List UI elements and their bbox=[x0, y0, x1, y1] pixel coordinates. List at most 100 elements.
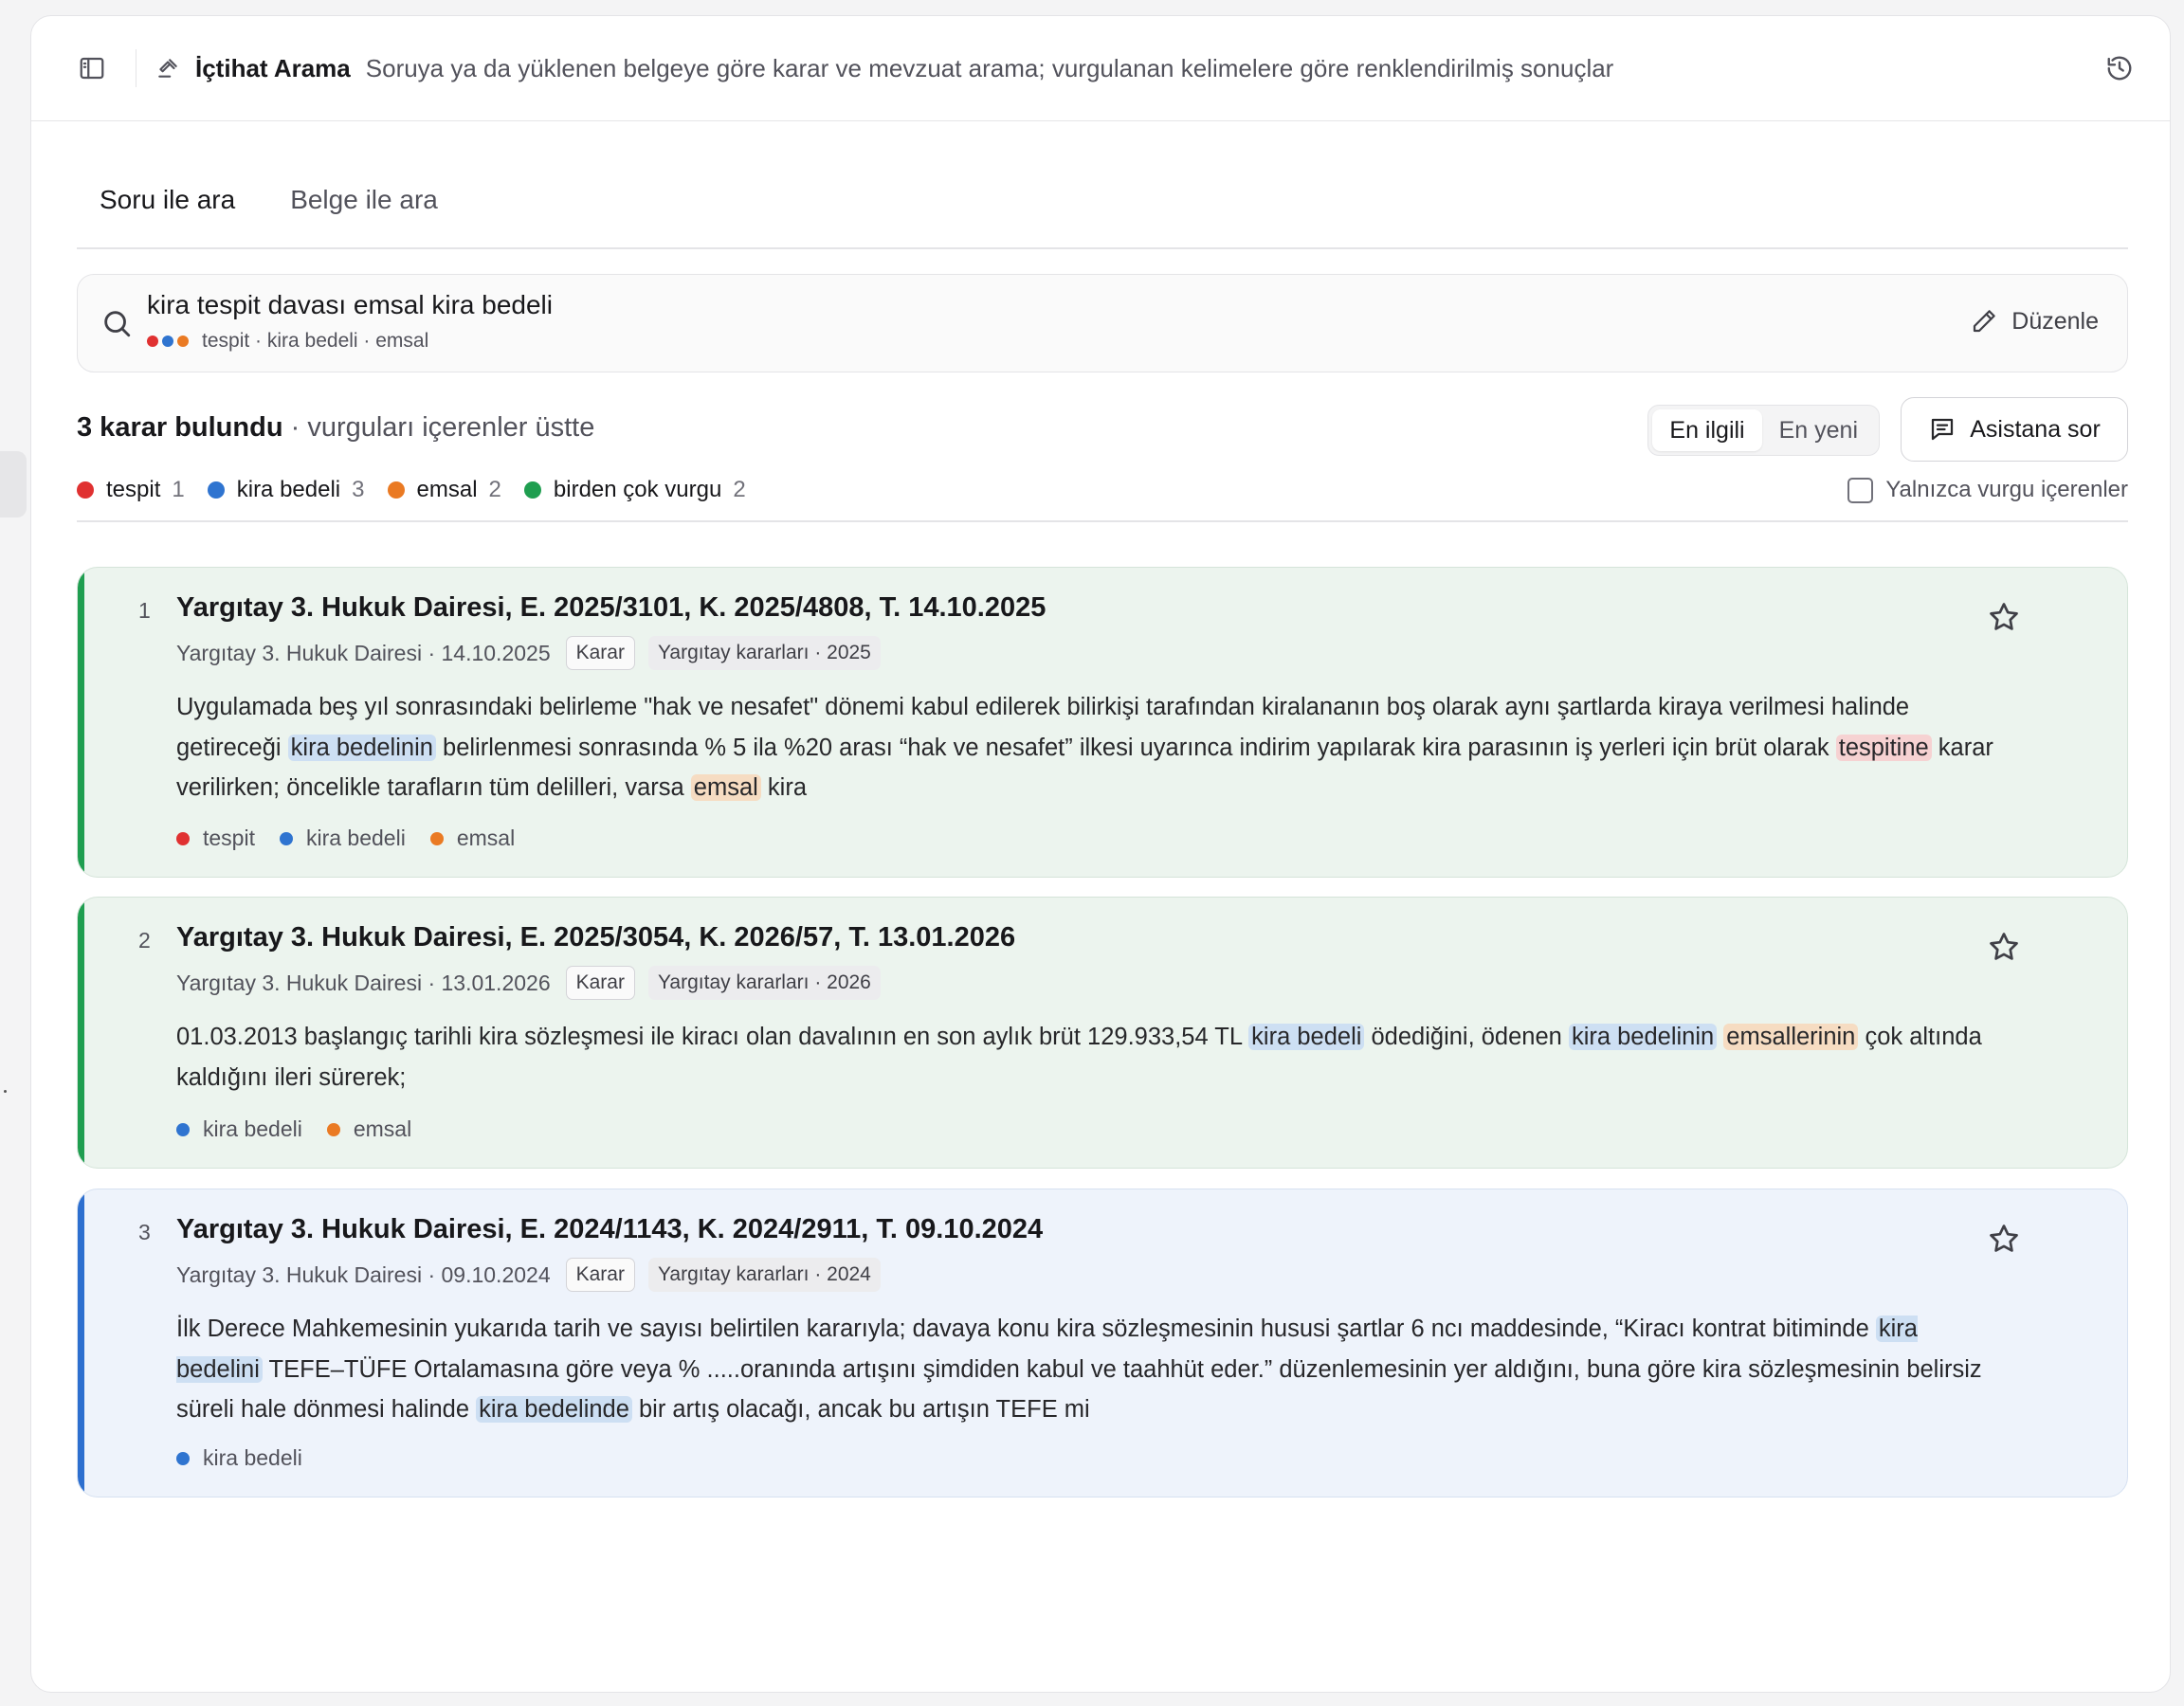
left-sidebar-handle[interactable] bbox=[0, 451, 27, 517]
result-card[interactable]: 2 Yargıtay 3. Hukuk Dairesi, E. 2025/305… bbox=[77, 897, 2128, 1169]
search-icon bbox=[104, 311, 131, 337]
card-accent-bar bbox=[78, 1189, 84, 1497]
left-sidebar-edge bbox=[0, 0, 30, 1706]
legend-item-emsal[interactable]: emsal 2 bbox=[387, 477, 501, 503]
result-card[interactable]: 3 Yargıtay 3. Hukuk Dairesi, E. 2024/114… bbox=[77, 1189, 2128, 1497]
main-panel: İçtihat Arama Soruya ya da yüklenen belg… bbox=[30, 15, 2171, 1693]
highlight-emsal: emsallerinin bbox=[1723, 1024, 1859, 1050]
edit-button-label: Düzenle bbox=[2011, 307, 2099, 335]
result-keyword-tags: tespit kira bedeli emsal bbox=[176, 826, 539, 851]
tag-label: kira bedeli bbox=[305, 826, 406, 850]
search-keyword-tags: tespit · kira bedeli · emsal bbox=[147, 330, 428, 353]
tag-label: kira bedeli bbox=[203, 1445, 302, 1470]
search-mode-tabs: Soru ile ara Belge ile ara bbox=[77, 122, 2128, 249]
highlight-kira-bedeli: kira bedeli bbox=[1248, 1024, 1365, 1050]
content-area: Soru ile ara Belge ile ara kira tespit d… bbox=[77, 122, 2128, 1497]
result-keyword-tags: kira bedeli bbox=[176, 1445, 327, 1471]
chat-icon bbox=[1932, 418, 1954, 441]
search-box[interactable]: kira tespit davası emsal kira bedeli tes… bbox=[77, 274, 2128, 372]
legend-item-multi[interactable]: birden çok vurgu 2 bbox=[523, 477, 746, 503]
ask-assistant-button[interactable]: Asistana sor bbox=[1901, 397, 2128, 462]
tab-document-search[interactable]: Belge ile ara bbox=[290, 185, 438, 247]
highlight-legend-row: tespit 1 kira bedeli 3 emsal 2 birden ço… bbox=[77, 463, 2128, 522]
star-icon[interactable] bbox=[1987, 1222, 2021, 1256]
ask-assistant-label: Asistana sor bbox=[1970, 415, 2101, 443]
result-source-badge: Yargıtay kararları · 2026 bbox=[647, 966, 881, 1000]
result-title[interactable]: Yargıtay 3. Hukuk Dairesi, E. 2025/3101,… bbox=[176, 592, 1046, 624]
legend-count: 3 bbox=[352, 477, 365, 502]
star-icon[interactable] bbox=[1987, 930, 2021, 964]
only-highlighted-checkbox[interactable] bbox=[1847, 477, 1874, 503]
legend-dot bbox=[387, 481, 405, 499]
legend-label: birden çok vurgu bbox=[553, 477, 722, 502]
legend-count: 1 bbox=[172, 477, 185, 502]
keyword-tag: kira bedeli bbox=[176, 1445, 302, 1471]
tab-question-search[interactable]: Soru ile ara bbox=[100, 185, 235, 247]
keyword-tag: tespit bbox=[176, 826, 255, 851]
result-snippet: Uygulamada beş yıl sonrasındaki belirlem… bbox=[176, 687, 2006, 808]
result-court-date: Yargıtay 3. Hukuk Dairesi · 13.01.2026 bbox=[176, 970, 551, 995]
snippet-text: kira bbox=[760, 774, 808, 801]
card-accent-bar bbox=[78, 568, 84, 877]
result-court-date: Yargıtay 3. Hukuk Dairesi · 09.10.2024 bbox=[176, 1261, 551, 1287]
result-meta: Yargıtay 3. Hukuk Dairesi · 09.10.2024 K… bbox=[176, 1258, 881, 1292]
legend-dot bbox=[77, 481, 94, 499]
tag-dot bbox=[176, 1122, 190, 1136]
result-keyword-tags: kira bedeli emsal bbox=[176, 1116, 436, 1142]
tag-dot bbox=[176, 1451, 190, 1465]
tag-dot bbox=[326, 1122, 340, 1136]
result-meta: Yargıtay 3. Hukuk Dairesi · 13.01.2026 K… bbox=[176, 966, 881, 1000]
keyword-tags-text: tespit · kira bedeli · emsal bbox=[202, 330, 429, 352]
edit-button[interactable]: Düzenle bbox=[1970, 307, 2099, 336]
snippet-text: 01.03.2013 başlangıç tarihli kira sözleş… bbox=[176, 1024, 1249, 1050]
result-type-badge: Karar bbox=[565, 966, 635, 1000]
legend-label: tespit bbox=[106, 477, 161, 502]
tag-dot bbox=[176, 831, 190, 845]
result-source-badge: Yargıtay kararları · 2024 bbox=[647, 1258, 881, 1292]
legend-item-tespit[interactable]: tespit 1 bbox=[77, 477, 185, 503]
sort-toggle: En ilgili En yeni bbox=[1647, 405, 1880, 456]
keyword-tag: kira bedeli bbox=[176, 1116, 302, 1142]
pencil-icon bbox=[1974, 310, 1996, 333]
snippet-text: belirlenmesi sonrasında % 5 ila %20 aras… bbox=[435, 734, 1836, 761]
legend-dot bbox=[207, 481, 225, 499]
only-highlighted-label: Yalnızca vurgu içerenler bbox=[1885, 477, 2128, 502]
highlight-kira-bedeli: kira bedelinde bbox=[476, 1396, 632, 1423]
result-count: 3 karar bulundu · vurguları içerenler üs… bbox=[77, 412, 594, 444]
sort-most-relevant[interactable]: En ilgili bbox=[1652, 409, 1762, 451]
result-count-label: 3 karar bulundu bbox=[77, 412, 283, 443]
gavel-icon bbox=[154, 54, 182, 82]
emsal-dot bbox=[177, 336, 189, 347]
history-icon bbox=[2107, 56, 2132, 81]
result-snippet: İlk Derece Mahkemesinin yukarıda tarih v… bbox=[176, 1309, 2006, 1430]
tag-label: tespit bbox=[203, 826, 255, 850]
sidebar-toggle-button[interactable] bbox=[71, 47, 113, 89]
highlight-kira-bedeli: kira bedelinin bbox=[287, 734, 436, 761]
only-highlighted-toggle[interactable]: Yalnızca vurgu içerenler bbox=[1847, 477, 2128, 503]
result-source-badge: Yargıtay kararları · 2025 bbox=[647, 636, 881, 670]
snippet-text: ödediğini, ödenen bbox=[1364, 1024, 1569, 1050]
legend-item-kira-bedeli[interactable]: kira bedeli 3 bbox=[207, 477, 365, 503]
result-count-sub: · vurguları içerenler üstte bbox=[282, 412, 595, 443]
result-rank: 1 bbox=[138, 598, 151, 623]
highlight-kira-bedeli: kira bedelinin bbox=[1568, 1024, 1718, 1050]
result-type-badge: Karar bbox=[565, 636, 635, 670]
keyword-tag: kira bedeli bbox=[279, 826, 406, 851]
keyword-color-dots bbox=[147, 336, 189, 347]
tag-dot bbox=[429, 831, 444, 845]
history-button[interactable] bbox=[2098, 46, 2141, 90]
star-icon[interactable] bbox=[1987, 600, 2021, 634]
result-card[interactable]: 1 Yargıtay 3. Hukuk Dairesi, E. 2025/310… bbox=[77, 567, 2128, 878]
card-accent-bar bbox=[78, 898, 84, 1168]
sidebar-toggle-icon bbox=[80, 57, 104, 80]
tespit-dot bbox=[147, 336, 158, 347]
result-title[interactable]: Yargıtay 3. Hukuk Dairesi, E. 2025/3054,… bbox=[176, 922, 1015, 953]
result-type-badge: Karar bbox=[565, 1258, 635, 1292]
tag-label: emsal bbox=[353, 1116, 412, 1141]
sort-newest[interactable]: En yeni bbox=[1762, 409, 1875, 451]
tag-dot bbox=[279, 831, 293, 845]
result-rank: 2 bbox=[138, 928, 151, 953]
search-query[interactable]: kira tespit davası emsal kira bedeli bbox=[147, 290, 553, 320]
result-title[interactable]: Yargıtay 3. Hukuk Dairesi, E. 2024/1143,… bbox=[176, 1214, 1043, 1245]
legend-label: kira bedeli bbox=[236, 477, 341, 502]
